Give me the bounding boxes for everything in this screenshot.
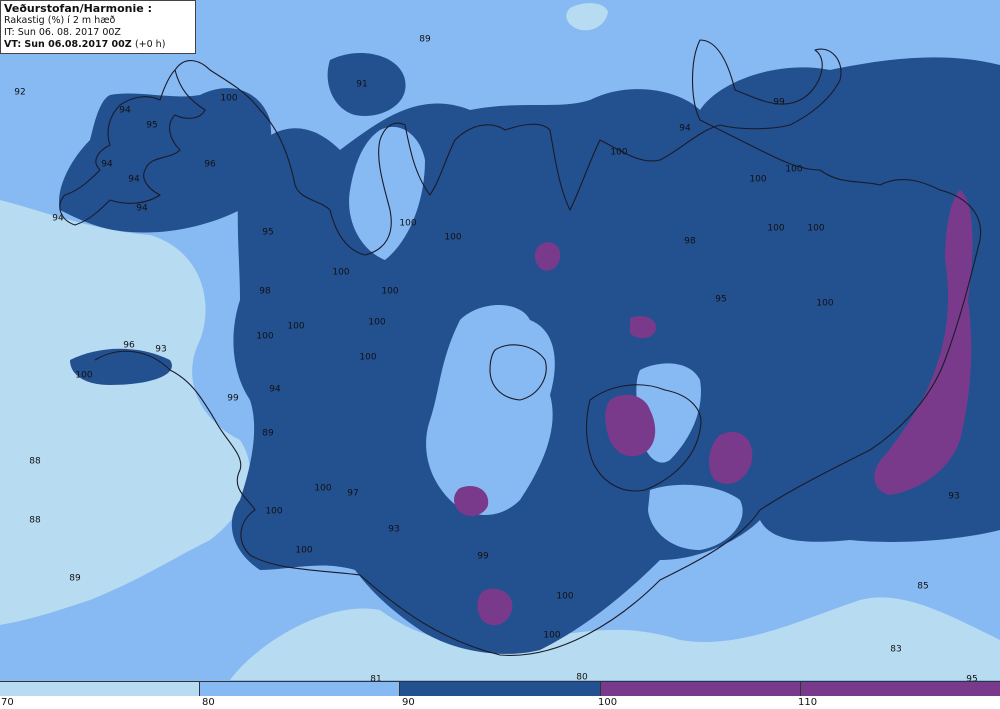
map-value-label: 100 (816, 298, 834, 309)
map-value-label: 98 (684, 236, 696, 247)
map-value-label: 98 (259, 286, 271, 297)
map-value-label: 92 (14, 87, 26, 98)
map-value-label: 89 (262, 428, 274, 439)
map-value-label: 94 (52, 213, 64, 224)
colorbar-band-110-plus (800, 682, 1000, 696)
map-title: Veðurstofan/Harmonie : (4, 2, 152, 15)
colorbar-labels: 70 80 90 100 110 (0, 696, 1000, 709)
map-info-box: Veðurstofan/Harmonie : Rakastig (%) í 2 … (0, 0, 196, 54)
map-value-label: 93 (948, 491, 960, 502)
map-value-label: 100 (444, 232, 462, 243)
map-value-label: 88 (29, 515, 41, 526)
map-value-label: 94 (136, 203, 148, 214)
initial-time: IT: Sun 06. 08. 2017 00Z (4, 27, 121, 38)
map-value-label: 88 (29, 456, 41, 467)
map-value-label: 96 (123, 340, 135, 351)
map-value-label: 94 (269, 384, 281, 395)
valid-time-line: VT: Sun 06.08.2017 00Z (+0 h) (4, 39, 192, 51)
map-value-label: 95 (262, 227, 274, 238)
map-value-label: 100 (295, 545, 313, 556)
map-value-label: 93 (155, 344, 167, 355)
map-value-label: 100 (359, 352, 377, 363)
parameter-label: Rakastig (%) í 2 m hæð (4, 15, 116, 26)
map-value-label: 100 (767, 223, 785, 234)
map-value-label: 100 (381, 286, 399, 297)
map-value-label: 96 (204, 159, 216, 170)
map-value-label: 100 (220, 93, 238, 104)
colorbar (0, 681, 1000, 697)
map-value-label: 91 (356, 79, 368, 90)
map-value-label: 95 (146, 120, 158, 131)
map-value-label: 100 (399, 218, 417, 229)
map-value-label: 100 (287, 321, 305, 332)
colorbar-band-70-80 (0, 682, 201, 696)
map-value-label: 100 (785, 164, 803, 175)
map-value-label: 100 (543, 630, 561, 641)
colorbar-tick-label: 110 (798, 697, 818, 708)
map-value-label: 94 (119, 105, 131, 116)
valid-time: VT: Sun 06.08.2017 00Z (4, 39, 132, 50)
colorbar-tick-label: 100 (598, 697, 618, 708)
map-value-label: 93 (388, 524, 400, 535)
map-value-label: 97 (347, 488, 359, 499)
valid-offset: (+0 h) (134, 39, 166, 50)
map-value-label: 94 (101, 159, 113, 170)
colorbar-tick-label: 90 (402, 697, 415, 708)
map-value-label: 100 (749, 174, 767, 185)
colorbar-band-80-90 (200, 682, 401, 696)
map-value-label: 83 (890, 644, 902, 655)
map-value-label: 100 (75, 370, 93, 381)
map-value-label: 100 (368, 317, 386, 328)
map-value-label: 94 (128, 174, 140, 185)
map-value-label: 94 (679, 123, 691, 134)
map-value-label: 85 (917, 581, 929, 592)
colorbar-band-100-110 (600, 682, 801, 696)
humidity-map (0, 0, 1000, 680)
map-value-label: 99 (477, 551, 489, 562)
map-value-label: 100 (610, 147, 628, 158)
colorbar-band-90-100 (400, 682, 601, 696)
map-value-label: 100 (265, 506, 283, 517)
map-value-label: 99 (773, 97, 785, 108)
colorbar-tick-label: 80 (202, 697, 215, 708)
map-value-label: 100 (332, 267, 350, 278)
map-value-label: 100 (556, 591, 574, 602)
map-value-label: 100 (256, 331, 274, 342)
map-value-label: 95 (715, 294, 727, 305)
map-value-label: 100 (314, 483, 332, 494)
map-value-label: 89 (419, 34, 431, 45)
map-value-label: 89 (69, 573, 81, 584)
map-value-label: 99 (227, 393, 239, 404)
colorbar-tick-label: 70 (1, 697, 14, 708)
map-value-label: 100 (807, 223, 825, 234)
